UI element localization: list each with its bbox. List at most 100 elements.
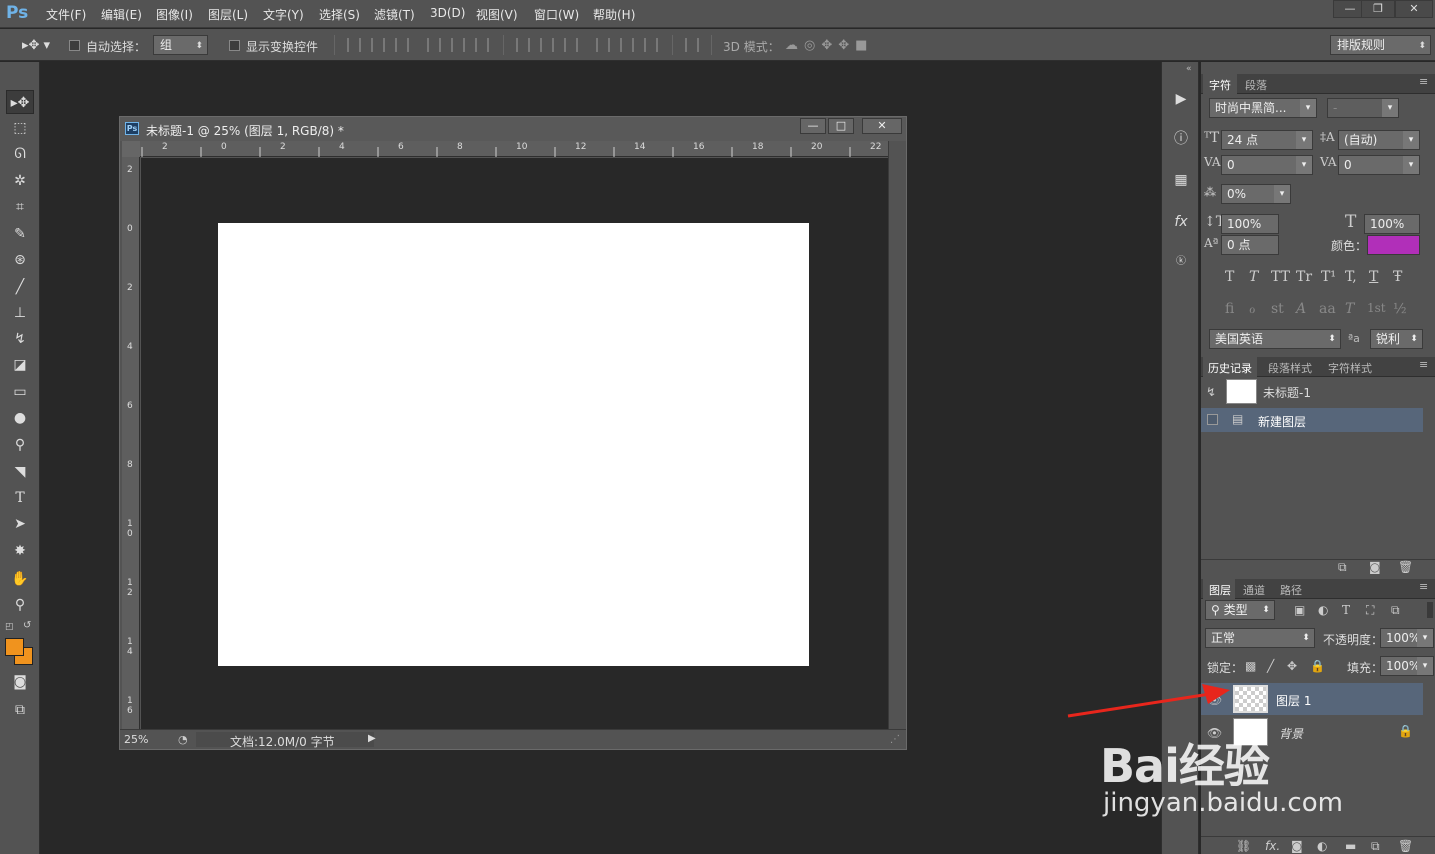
swash-icon[interactable]: A bbox=[1296, 301, 1306, 317]
leading-field[interactable]: (自动) ▾ bbox=[1338, 130, 1420, 150]
blend-mode-select[interactable]: 正常 ⬍ bbox=[1205, 628, 1315, 648]
panel-menu-icon[interactable]: ≡ bbox=[1419, 75, 1428, 88]
move-tool-icon[interactable]: ▸✥ bbox=[6, 90, 34, 114]
tab-paragraph-styles[interactable]: 段落样式 bbox=[1268, 360, 1312, 376]
align-left-icon[interactable] bbox=[427, 38, 441, 52]
vertical-ruler[interactable]: 2 0 2 4 6 8 1 0 1 2 1 4 1 6 bbox=[122, 157, 140, 729]
distribute-left-icon[interactable] bbox=[596, 38, 610, 52]
layer-name[interactable]: 背景 bbox=[1279, 725, 1303, 742]
ruler-origin[interactable] bbox=[122, 141, 140, 157]
filter-toggle[interactable] bbox=[1427, 602, 1433, 618]
tab-paths[interactable]: 路径 bbox=[1280, 582, 1302, 598]
faux-bold-icon[interactable]: T bbox=[1225, 269, 1234, 285]
tab-paragraph[interactable]: 段落 bbox=[1245, 77, 1267, 93]
tsume-field[interactable]: 0% ▾ bbox=[1221, 184, 1291, 204]
kerning-field[interactable]: 0 ▾ bbox=[1221, 155, 1313, 175]
font-style-select[interactable]: - ▾ bbox=[1327, 98, 1399, 118]
tab-character-styles[interactable]: 字符样式 bbox=[1328, 360, 1372, 376]
trash-icon[interactable]: 🗑 bbox=[1398, 839, 1413, 853]
magic-wand-icon[interactable]: ✲ bbox=[6, 169, 34, 193]
move-tool-preset-icon[interactable]: ▸✥ ▾ bbox=[22, 38, 50, 53]
horizontal-scale-field[interactable]: 100% bbox=[1364, 214, 1420, 234]
menu-select[interactable]: 选择(S) bbox=[319, 6, 360, 23]
subscript-icon[interactable]: T, bbox=[1345, 269, 1357, 285]
layer-filter-select[interactable]: ⚲ 类型 ⬍ bbox=[1205, 600, 1275, 620]
fractions-icon[interactable]: ½ bbox=[1393, 301, 1407, 317]
filter-shape-icon[interactable]: ⛶ bbox=[1366, 603, 1374, 618]
eraser-tool-icon[interactable]: ◪ bbox=[6, 353, 34, 377]
vertical-scrollbar[interactable] bbox=[888, 141, 904, 729]
language-select[interactable]: 美国英语 ⬍ bbox=[1209, 329, 1341, 349]
horizontal-ruler[interactable]: 2 0 2 4 6 8 10 12 14 16 18 20 22 bbox=[140, 141, 888, 157]
3d-mode-icons[interactable]: ☁◎✥✥■ bbox=[785, 38, 873, 53]
align-top-icon[interactable] bbox=[347, 38, 361, 52]
zoom-tool-icon[interactable]: ⚲ bbox=[6, 593, 34, 617]
link-layers-icon[interactable]: ⛓ bbox=[1236, 839, 1251, 853]
menu-image[interactable]: 图像(I) bbox=[156, 6, 193, 23]
doc-maximize-button[interactable]: □ bbox=[828, 118, 854, 134]
small-caps-icon[interactable]: Tr bbox=[1296, 269, 1312, 285]
resize-grip-icon[interactable]: ⋰ bbox=[890, 734, 900, 745]
fill-field[interactable]: 100% ▾ bbox=[1380, 656, 1434, 676]
baseline-shift-field[interactable]: 0 点 bbox=[1221, 235, 1279, 255]
foreground-color-swatch[interactable] bbox=[5, 638, 24, 656]
path-select-icon[interactable]: ➤ bbox=[6, 512, 34, 536]
workspace-dropdown[interactable]: 排版规则 ⬍ bbox=[1330, 35, 1431, 55]
healing-brush-icon[interactable]: ⊛ bbox=[6, 248, 34, 272]
menu-edit[interactable]: 编辑(E) bbox=[101, 6, 142, 23]
kuler-icon[interactable]: ⓚ bbox=[1170, 251, 1192, 273]
layer-name[interactable]: 图层 1 bbox=[1276, 692, 1311, 709]
history-snapshot[interactable]: ↯ 未标题-1 bbox=[1201, 377, 1423, 407]
menu-help[interactable]: 帮助(H) bbox=[593, 6, 635, 23]
collapse-dock-icon[interactable]: « bbox=[1186, 64, 1192, 74]
distribute-vcenter-icon[interactable] bbox=[540, 38, 554, 52]
add-mask-icon[interactable]: ◙ bbox=[1291, 839, 1303, 853]
vertical-scale-field[interactable]: 100% bbox=[1221, 214, 1279, 234]
history-brush-source-icon[interactable]: ↯ bbox=[1206, 385, 1216, 399]
gradient-tool-icon[interactable]: ▭ bbox=[6, 380, 34, 404]
dodge-tool-icon[interactable]: ⚲ bbox=[6, 433, 34, 457]
auto-align-layers-icon[interactable] bbox=[685, 38, 699, 52]
close-button[interactable]: ✕ bbox=[1395, 0, 1433, 18]
filter-smart-object-icon[interactable]: ⧉ bbox=[1391, 603, 1400, 618]
info-icon[interactable]: ⓘ bbox=[1170, 128, 1192, 150]
crop-tool-icon[interactable]: ⌗ bbox=[6, 195, 34, 219]
strikethrough-icon[interactable]: Ŧ bbox=[1393, 269, 1402, 285]
default-colors-icon[interactable]: ◰ bbox=[5, 622, 14, 632]
all-caps-icon[interactable]: TT bbox=[1271, 269, 1290, 285]
antialias-select[interactable]: 锐利 ⬍ bbox=[1370, 329, 1423, 349]
custom-shape-icon[interactable]: ✸ bbox=[6, 539, 34, 563]
menu-3d[interactable]: 3D(D) bbox=[430, 6, 465, 20]
menu-filter[interactable]: 滤镜(T) bbox=[374, 6, 415, 23]
clone-stamp-icon[interactable]: ⊥ bbox=[6, 301, 34, 325]
underline-icon[interactable]: T bbox=[1369, 269, 1378, 285]
align-bottom-icon[interactable] bbox=[395, 38, 409, 52]
ligatures-icon[interactable]: fi bbox=[1225, 301, 1234, 317]
titling-alternates-icon[interactable]: T bbox=[1345, 301, 1354, 317]
history-source-checkbox[interactable] bbox=[1207, 414, 1218, 425]
new-document-from-state-icon[interactable]: ⧉ bbox=[1338, 560, 1347, 575]
eyedropper-icon[interactable]: ✎ bbox=[6, 222, 34, 246]
lock-all-icon[interactable]: 🔒 bbox=[1310, 659, 1325, 673]
actions-play-icon[interactable]: ▶ bbox=[1170, 88, 1192, 110]
restore-button[interactable]: ❐ bbox=[1361, 0, 1395, 18]
lasso-tool-icon[interactable]: ᘏ bbox=[6, 142, 34, 166]
text-color-swatch[interactable] bbox=[1367, 235, 1420, 255]
document-canvas[interactable] bbox=[218, 223, 809, 666]
new-snapshot-icon[interactable]: ◙ bbox=[1369, 560, 1381, 574]
font-size-field[interactable]: 24 点 ▾ bbox=[1221, 130, 1313, 150]
history-state[interactable]: ▤ 新建图层 bbox=[1201, 408, 1423, 432]
opacity-field[interactable]: 100% ▾ bbox=[1380, 628, 1434, 648]
panel-menu-icon[interactable]: ≡ bbox=[1419, 580, 1428, 593]
canvas-pasteboard[interactable] bbox=[141, 158, 888, 729]
filter-adjustment-icon[interactable]: ◐ bbox=[1318, 603, 1328, 617]
show-transform-checkbox[interactable] bbox=[229, 40, 240, 51]
tab-history[interactable]: 历史记录 bbox=[1208, 360, 1252, 376]
history-brush-icon[interactable]: ↯ bbox=[6, 327, 34, 351]
align-hcenter-icon[interactable] bbox=[451, 38, 465, 52]
status-menu-icon[interactable]: ◔ bbox=[178, 733, 188, 746]
status-arrow-icon[interactable]: ▶ bbox=[368, 733, 376, 744]
quick-mask-icon[interactable]: ◙ bbox=[6, 670, 34, 694]
zoom-level[interactable]: 25% bbox=[124, 733, 148, 746]
menu-layer[interactable]: 图层(L) bbox=[208, 6, 248, 23]
